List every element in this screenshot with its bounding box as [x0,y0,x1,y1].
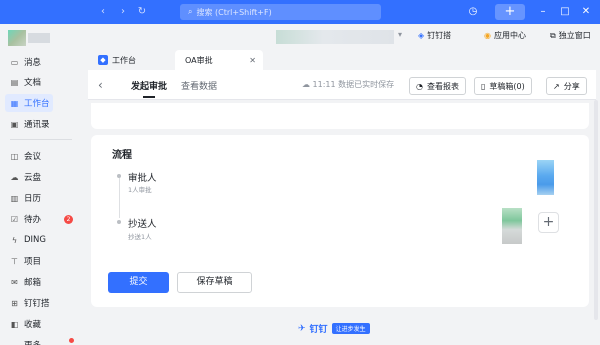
refresh-icon[interactable]: ↻ [135,4,149,20]
video-icon: ◫ [10,151,19,161]
report-icon: ◔ [416,81,423,91]
calendar-icon: ▥ [10,193,19,203]
app-center-icon: ◉ [484,31,491,40]
doc-icon: ▤ [10,77,19,87]
sidebar-divider [10,139,72,140]
add-button[interactable]: + [495,4,525,20]
tab-view-data[interactable]: 查看数据 [181,79,217,92]
flow-title: 流程 [112,150,132,161]
share-icon: ↗ [553,81,560,91]
contacts-icon: ▣ [10,119,19,129]
forward-arrow-icon[interactable]: › [116,4,130,20]
draft-icon: ▯ [481,81,486,91]
tab-close-icon[interactable]: ✕ [249,56,256,65]
cloud-icon: ☁ [302,80,310,89]
approver-label: 审批人 [128,173,157,184]
form-card-top [91,103,589,129]
tab-oa-approval[interactable]: OA审批 ✕ [175,50,263,70]
sidebar-item-todo[interactable]: ☑ 待办 [5,210,53,228]
sidebar-item-favorites[interactable]: ◧ 收藏 [5,315,53,333]
sidebar-item-dingda[interactable]: ⊞ 钉钉搭 [5,294,65,312]
clock-icon[interactable]: ◷ [466,4,480,20]
active-tab-indicator [143,96,155,98]
flow-connector [119,178,120,218]
save-draft-button[interactable]: 保存草稿 [177,272,252,293]
search-input[interactable]: ⌕ 搜索 (Ctrl+Shift+F) [180,4,381,20]
mail-icon: ✉ [11,277,18,287]
back-arrow-icon[interactable]: ‹ [96,4,110,20]
cc-avatar[interactable] [502,208,522,244]
draft-box-button[interactable]: ▯ 草稿箱(0) [474,77,532,95]
more-icon: ⋯ [10,340,19,345]
cc-label: 抄送人 [128,219,157,230]
sidebar-item-docs[interactable]: ▤ 文档 [5,73,53,91]
footer-brand: ✈ 钉钉 让进步发生 [298,322,370,335]
tab-initiate-approval[interactable]: 发起审批 [131,79,167,92]
add-cc-button[interactable]: + [538,212,559,233]
save-status: ☁ 11:11 数据已实时保存 [302,80,395,89]
scrollbar[interactable] [594,100,598,320]
view-report-button[interactable]: ◔ 查看报表 [409,77,466,95]
more-badge-dot [69,338,74,343]
dingtalk-logo-icon: ✈ [298,323,306,334]
search-icon: ⌕ [188,7,193,16]
sidebar-item-project[interactable]: ⊤ 项目 [5,252,53,270]
tab-workbench[interactable]: ◆ 工作台 [88,50,168,70]
search-placeholder: 搜索 (Ctrl+Shift+F) [196,7,272,17]
todo-icon: ☑ [10,214,19,224]
app-center-link[interactable]: ◉ 应用中心 [484,30,526,41]
sidebar-item-messages[interactable]: ▭ 消息 [5,53,53,71]
cloud-icon: ☁ [10,172,19,182]
maximize-icon[interactable]: □ [559,4,571,20]
user-info[interactable] [276,30,394,44]
ding-icon: ϟ [11,235,18,245]
grid-icon: ▦ [10,98,19,108]
dingda-link[interactable]: ◈ 钉钉搭 [418,30,451,41]
org-name [28,33,50,43]
dropdown-chevron-icon[interactable]: ▾ [398,30,402,39]
share-button[interactable]: ↗ 分享 [546,77,587,95]
sidebar-item-cloud[interactable]: ☁ 云盘 [5,168,53,186]
todo-badge: 2 [64,215,73,224]
sidebar-item-workbench[interactable]: ▦ 工作台 [5,94,53,112]
sidebar-item-calendar[interactable]: ▥ 日历 [5,189,53,207]
flow-node-dot [117,220,121,224]
build-icon: ⊞ [11,298,18,308]
dingda-icon: ◈ [418,31,425,40]
approver-sub: 1人审批 [128,186,152,194]
chat-icon: ▭ [10,57,19,67]
sidebar-item-contacts[interactable]: ▣ 通讯录 [5,115,53,133]
back-chevron-icon[interactable]: ‹ [98,78,103,92]
standalone-window-link[interactable]: ⧉ 独立窗口 [550,30,591,41]
plus-icon: + [542,214,555,230]
approver-avatar[interactable] [537,160,554,195]
org-logo[interactable] [8,30,26,46]
sidebar-item-ding[interactable]: ϟ DING [5,231,53,249]
workbench-tab-icon: ◆ [98,55,108,65]
sidebar-item-mail[interactable]: ✉ 邮箱 [5,273,53,291]
close-icon[interactable]: ✕ [580,4,592,20]
minimize-icon[interactable]: – [537,4,549,20]
project-icon: ⊤ [11,256,18,266]
sidebar-item-more[interactable]: ⋯更多 [5,336,53,345]
window-icon: ⧉ [550,30,556,40]
cc-sub: 抄送1人 [128,233,152,241]
sidebar-item-meeting[interactable]: ◫ 会议 [5,147,53,165]
favorite-icon: ◧ [10,319,19,329]
submit-button[interactable]: 提交 [108,272,169,293]
